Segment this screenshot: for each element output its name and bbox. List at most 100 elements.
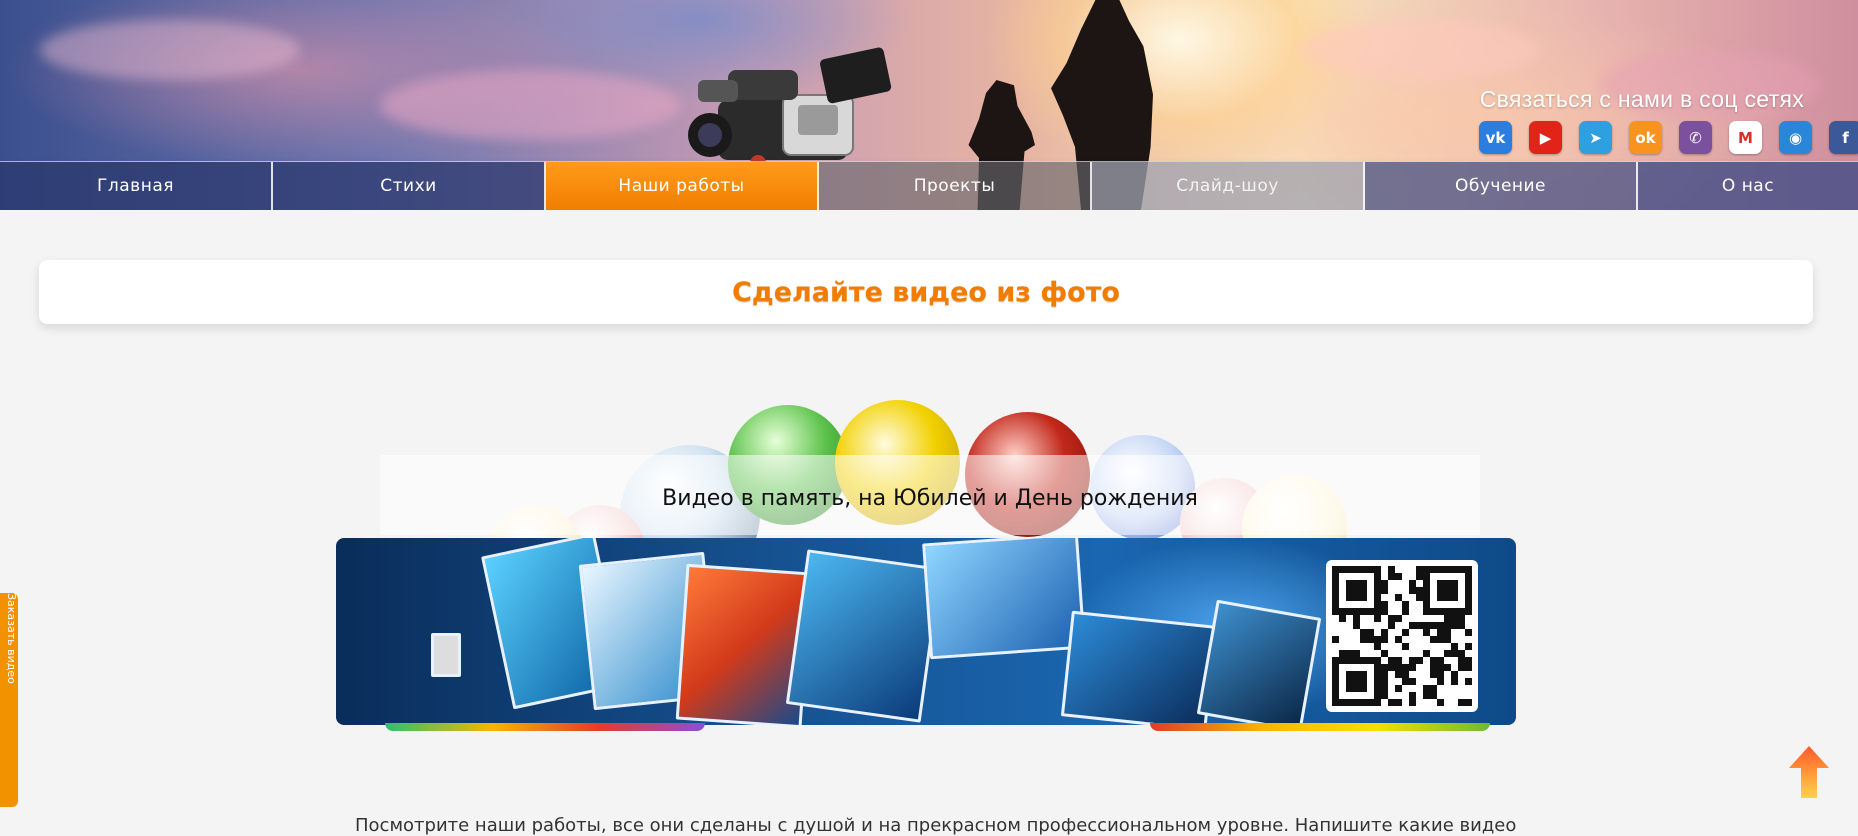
qr-module — [1451, 587, 1458, 594]
order-video-tab[interactable]: Заказать видео — [0, 593, 18, 807]
qr-module — [1444, 615, 1451, 622]
qr-module — [1339, 629, 1346, 636]
nav-item-home[interactable]: Главная — [0, 162, 273, 210]
qr-module — [1332, 650, 1339, 657]
android-icon[interactable]: ◉ — [1779, 121, 1812, 154]
qr-module — [1332, 594, 1339, 601]
qr-module — [1353, 608, 1360, 615]
vk-icon[interactable]: vk — [1479, 121, 1512, 154]
nav-item-projects[interactable]: Проекты — [819, 162, 1092, 210]
qr-module — [1451, 580, 1458, 587]
qr-module — [1388, 692, 1395, 699]
nav-item-about[interactable]: О нас — [1638, 162, 1858, 210]
qr-module — [1367, 608, 1374, 615]
gmail-icon[interactable]: M — [1729, 121, 1762, 154]
qr-module — [1465, 622, 1472, 629]
qr-module — [1423, 594, 1430, 601]
qr-module — [1360, 566, 1367, 573]
qr-module — [1444, 671, 1451, 678]
telegram-icon[interactable]: ➤ — [1579, 121, 1612, 154]
qr-module — [1360, 629, 1367, 636]
cloud — [1300, 20, 1540, 80]
scroll-to-top-arrow-icon[interactable] — [1789, 746, 1829, 798]
qr-module — [1458, 608, 1465, 615]
nav-item-slideshow[interactable]: Слайд-шоу — [1092, 162, 1365, 210]
qr-module — [1332, 692, 1339, 699]
qr-module — [1465, 692, 1472, 699]
qr-module — [1339, 608, 1346, 615]
qr-module — [1416, 664, 1423, 671]
qr-module — [1395, 629, 1402, 636]
qr-module — [1437, 699, 1444, 706]
odnoklassniki-icon[interactable]: ok — [1629, 121, 1662, 154]
qr-module — [1395, 692, 1402, 699]
qr-module — [1374, 657, 1381, 664]
tile — [785, 549, 943, 723]
qr-module — [1388, 678, 1395, 685]
qr-module — [1409, 594, 1416, 601]
qr-module — [1451, 594, 1458, 601]
qr-module — [1367, 664, 1374, 671]
qr-module — [1346, 601, 1353, 608]
qr-module — [1416, 636, 1423, 643]
qr-module — [1451, 678, 1458, 685]
qr-module — [1374, 671, 1381, 678]
qr-module — [1346, 594, 1353, 601]
qr-module — [1409, 657, 1416, 664]
qr-module — [1444, 636, 1451, 643]
nav-item-poems[interactable]: Стихи — [273, 162, 546, 210]
social-links: vk ▶ ➤ ok ✆ M ◉ f — [1479, 121, 1858, 154]
qr-module — [1451, 685, 1458, 692]
qr-module — [1437, 587, 1444, 594]
qr-module — [1416, 657, 1423, 664]
qr-module — [1332, 657, 1339, 664]
qr-module — [1346, 678, 1353, 685]
qr-module — [1395, 657, 1402, 664]
nav-item-training[interactable]: Обучение — [1365, 162, 1638, 210]
qr-module — [1339, 643, 1346, 650]
qr-module — [1402, 580, 1409, 587]
qr-module — [1353, 629, 1360, 636]
qr-module — [1409, 629, 1416, 636]
qr-module — [1381, 587, 1388, 594]
qr-module — [1374, 678, 1381, 685]
qr-module — [1381, 685, 1388, 692]
qr-module — [1458, 657, 1465, 664]
qr-module — [1381, 580, 1388, 587]
qr-module — [1360, 650, 1367, 657]
qr-module — [1437, 573, 1444, 580]
qr-module — [1360, 671, 1367, 678]
qr-module — [1416, 615, 1423, 622]
qr-module — [1402, 615, 1409, 622]
video-banner[interactable] — [336, 538, 1516, 725]
qr-module — [1409, 566, 1416, 573]
qr-module — [1409, 650, 1416, 657]
qr-module — [1381, 671, 1388, 678]
qr-module — [1339, 692, 1346, 699]
qr-module — [1339, 622, 1346, 629]
qr-module — [1374, 594, 1381, 601]
qr-module — [1416, 622, 1423, 629]
facebook-icon[interactable]: f — [1829, 121, 1858, 154]
nav-item-our-works[interactable]: Наши работы — [546, 162, 819, 210]
qr-module — [1367, 636, 1374, 643]
qr-module — [1381, 573, 1388, 580]
youtube-icon[interactable]: ▶ — [1529, 121, 1562, 154]
qr-module — [1423, 587, 1430, 594]
qr-module — [1346, 587, 1353, 594]
viber-icon[interactable]: ✆ — [1679, 121, 1712, 154]
qr-module — [1332, 587, 1339, 594]
qr-module — [1360, 685, 1367, 692]
qr-module — [1458, 601, 1465, 608]
qr-module — [1353, 692, 1360, 699]
qr-module — [1430, 594, 1437, 601]
qr-module — [1395, 664, 1402, 671]
qr-module — [1346, 685, 1353, 692]
qr-module — [1353, 622, 1360, 629]
qr-module — [1332, 622, 1339, 629]
qr-module — [1339, 615, 1346, 622]
qr-module — [1332, 566, 1339, 573]
qr-module — [1346, 692, 1353, 699]
qr-module — [1374, 636, 1381, 643]
qr-module — [1437, 636, 1444, 643]
